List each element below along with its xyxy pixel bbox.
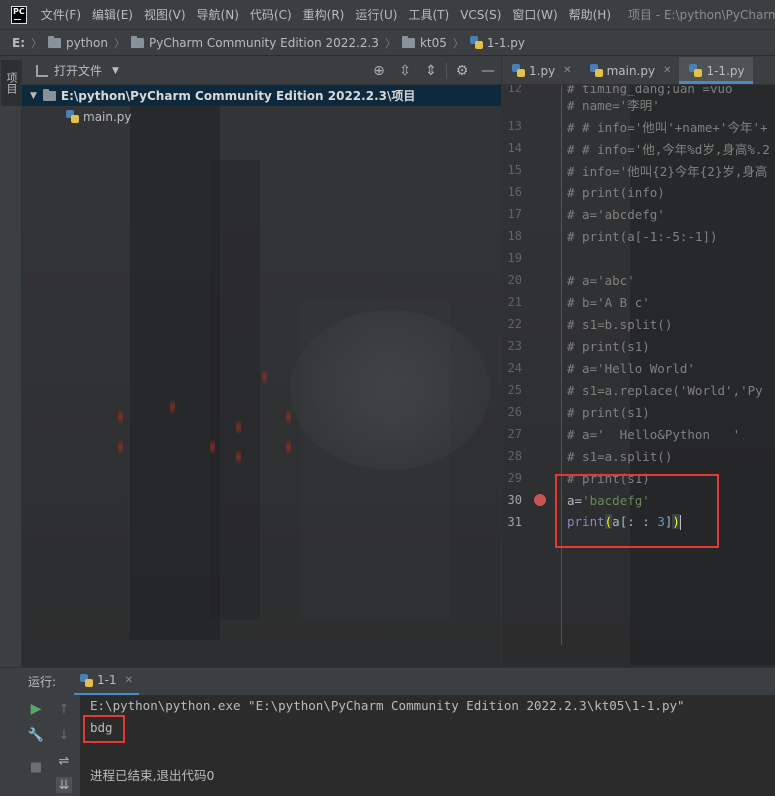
tree-item-main-py[interactable]: main.py	[22, 106, 501, 127]
code-line: 20 # a='abc'	[507, 272, 635, 288]
breadcrumb-kt05[interactable]: kt05	[401, 35, 447, 50]
code-line: 23 # print(s1)	[507, 338, 650, 354]
code-line: 21 # b='A B c'	[507, 294, 650, 310]
code-line: # name='李明'	[567, 97, 660, 113]
code-line: 22 # s1=b.split()	[507, 316, 673, 332]
code-line: 13 # # info='他叫'+name+'今年'+	[507, 119, 768, 135]
tree-item-label: main.py	[83, 109, 132, 124]
python-file-icon	[66, 110, 79, 123]
tab-main-py[interactable]: main.py ✕	[580, 57, 680, 84]
breadcrumb: E: 〉 python 〉 PyCharm Community Edition …	[0, 30, 775, 56]
wrench-icon[interactable]: 🔧	[28, 727, 44, 743]
code-line: 15 # info='他叫{2}今年{2}岁,身高	[507, 163, 768, 179]
menu-vcs[interactable]: VCS(S)	[460, 8, 501, 22]
code-line: 17 # a='abcdefg'	[507, 206, 665, 222]
python-file-icon	[512, 64, 525, 77]
code-line: 26 # print(s1)	[507, 404, 650, 420]
tab-1-1-py[interactable]: 1-1.py	[679, 57, 753, 84]
run-panel-header: 运行: 1-1 ✕	[0, 667, 775, 696]
window-title: 项目 - E:\python\PyCharm Community Edition…	[628, 8, 775, 22]
chevron-right-icon: 〉	[31, 36, 42, 50]
arrow-down-icon[interactable]: ↓	[56, 727, 72, 743]
code-line: 14 # # info='他,今年%d岁,身高%.2	[507, 141, 770, 157]
expand-all-icon[interactable]: ⇳	[392, 57, 418, 85]
project-tool-tab[interactable]: 项目	[1, 60, 21, 106]
chevron-down-icon[interactable]: ▼	[30, 91, 37, 101]
code-line: 19	[507, 251, 522, 265]
chevron-right-icon: 〉	[384, 36, 396, 50]
folder-icon	[48, 35, 61, 48]
python-file-icon	[689, 64, 703, 77]
close-icon[interactable]: ✕	[125, 675, 133, 686]
close-icon[interactable]: ✕	[563, 65, 571, 76]
breakpoint-icon[interactable]	[534, 494, 546, 506]
breadcrumb-pycharm[interactable]: PyCharm Community Edition 2022.2.3	[130, 35, 379, 50]
menu-edit[interactable]: 编辑(E)	[92, 6, 133, 23]
chevron-right-icon: 〉	[452, 36, 464, 50]
soft-wrap-icon[interactable]: ⇌	[56, 753, 72, 769]
tree-root-label: E:\python\PyCharm Community Edition 2022…	[60, 89, 416, 103]
tab-1-py[interactable]: 1.py ✕	[502, 57, 580, 84]
breadcrumb-drive[interactable]: E:	[12, 36, 25, 50]
project-view-icon	[36, 64, 48, 77]
menu-tools[interactable]: 工具(T)	[409, 6, 450, 23]
arrow-up-icon[interactable]: ↑	[56, 701, 72, 717]
project-panel-header: 打开文件 ▼ ⊕ ⇳ ⇕ ⚙ —	[22, 57, 501, 85]
chevron-right-icon: 〉	[113, 36, 125, 50]
rerun-icon[interactable]: ▶	[28, 701, 44, 717]
code-line: 29 # print(s1)	[507, 470, 650, 486]
project-tree: ▼ E:\python\PyCharm Community Edition 20…	[22, 85, 501, 667]
close-icon[interactable]: ✕	[663, 65, 671, 76]
menu-view[interactable]: 视图(V)	[144, 6, 186, 23]
project-tool-tab-label: 项目	[5, 72, 18, 94]
menu-bar: PC 文件(F) 编辑(E) 视图(V) 导航(N) 代码(C) 重构(R) 运…	[0, 0, 775, 30]
gear-icon[interactable]: ⚙	[449, 57, 475, 85]
console-exit-message: 进程已结束,退出代码0	[90, 768, 215, 783]
hide-panel-icon[interactable]: —	[475, 57, 501, 85]
python-file-icon	[80, 673, 94, 687]
breadcrumb-file[interactable]: 1-1.py	[469, 36, 525, 50]
menu-navigate[interactable]: 导航(N)	[197, 6, 239, 23]
pycharm-logo-icon: PC	[11, 5, 27, 24]
locate-file-icon[interactable]: ⊕	[366, 57, 392, 85]
code-line: 24 # a='Hello World'	[507, 360, 695, 376]
code-line: 16 # print(info)	[507, 184, 665, 200]
left-tool-strip: 项目	[0, 57, 22, 667]
code-line: 18 # print(a[-1:-5:-1])	[507, 228, 718, 244]
python-file-icon	[589, 64, 603, 77]
menu-file[interactable]: 文件(F)	[41, 6, 81, 23]
code-line: 27 # a=' Hello&Python '	[507, 426, 741, 442]
run-tab[interactable]: 1-1 ✕	[74, 668, 140, 696]
scroll-to-end-icon[interactable]: ⇊	[56, 777, 72, 793]
menu-help[interactable]: 帮助(H)	[569, 6, 611, 23]
text-cursor	[679, 515, 681, 530]
folder-icon	[130, 35, 144, 48]
editor-tab-bar: 1.py ✕ main.py ✕ 1-1.py	[501, 57, 775, 85]
code-line-31: 31 print(a[: : 3])	[507, 514, 681, 530]
breadcrumb-python[interactable]: python	[48, 35, 108, 50]
folder-icon	[401, 35, 415, 48]
folder-icon	[42, 88, 56, 101]
menu-window[interactable]: 窗口(W)	[512, 6, 557, 23]
menu-refactor[interactable]: 重构(R)	[303, 6, 345, 23]
code-line: 25 # s1=a.replace('World','Py	[507, 382, 763, 398]
stop-icon[interactable]: ■	[28, 759, 44, 775]
console-command: E:\python\python.exe "E:\python\PyCharm …	[90, 698, 685, 713]
code-editor[interactable]: 12 # timing_dang;uan =vuo # name='李明' 13 #…	[501, 85, 775, 667]
run-panel-label: 运行:	[28, 675, 57, 689]
chevron-down-icon[interactable]: ▼	[112, 66, 119, 76]
python-file-icon	[469, 36, 483, 49]
menu-code[interactable]: 代码(C)	[250, 6, 292, 23]
code-line: 28 # s1=a.split()	[507, 448, 673, 464]
console-result: bdg	[90, 720, 113, 735]
menu-run[interactable]: 运行(U)	[355, 6, 397, 23]
tree-root-folder[interactable]: ▼ E:\python\PyCharm Community Edition 20…	[22, 85, 501, 106]
run-console[interactable]: E:\python\python.exe "E:\python\PyCharm …	[80, 695, 775, 796]
collapse-all-icon[interactable]: ⇕	[418, 57, 444, 85]
project-view-selector[interactable]: 打开文件	[54, 62, 102, 79]
run-toolbar: ▶ ↑ 🔧 ↓ ■ ⇌ ⇊	[0, 695, 80, 796]
